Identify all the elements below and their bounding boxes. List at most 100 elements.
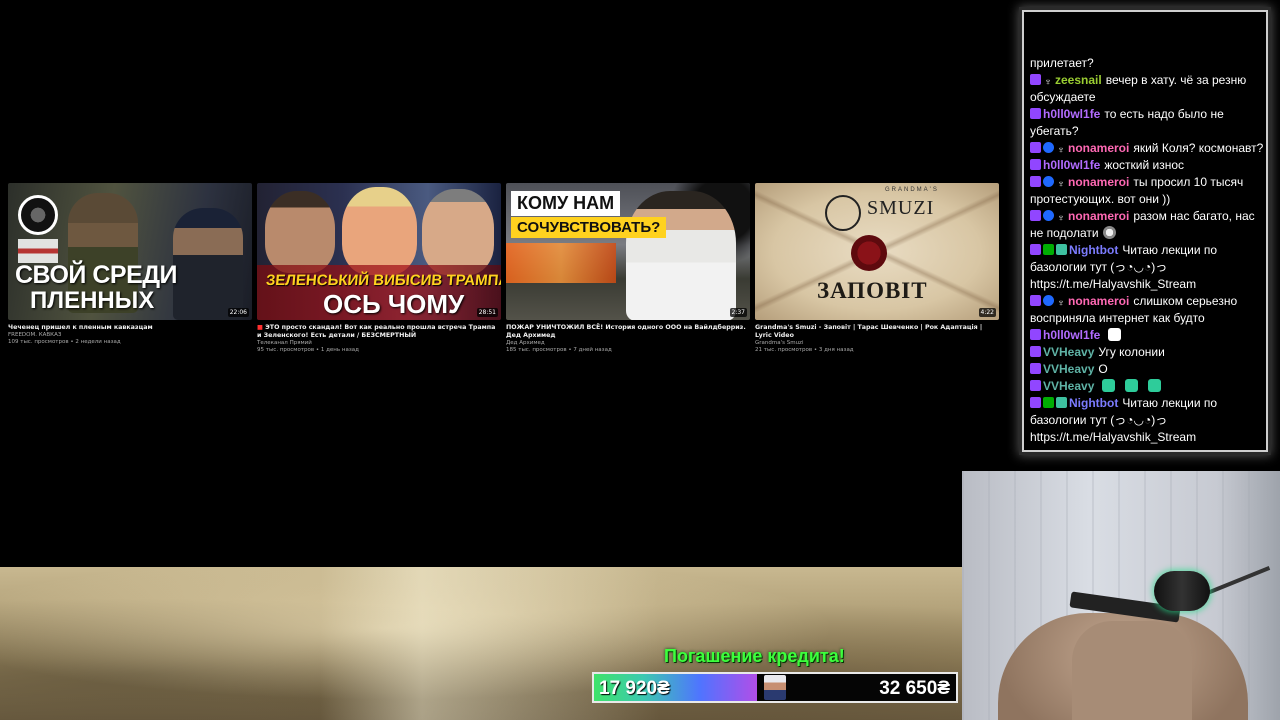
- credit-progress-bar: 17 920₴ 32 650₴: [592, 672, 958, 703]
- chat-text: жосткий износ: [1104, 158, 1185, 172]
- globe-badge-icon: [1043, 142, 1054, 153]
- emote-icon[interactable]: [1148, 379, 1162, 392]
- chat-username[interactable]: VVHeavy: [1043, 345, 1094, 359]
- chat-message: ♆ nonameroi разом нас багато, нас не подол…: [1030, 208, 1266, 242]
- chat-message: Nightbot Читаю лекции по базологии тут (っ…: [1030, 242, 1266, 293]
- bot-badge-icon: [1056, 397, 1067, 408]
- emote-icon[interactable]: [1108, 328, 1122, 341]
- video-duration: 4:22: [978, 308, 996, 317]
- chat-text: Угу колонии: [1098, 345, 1165, 359]
- horn-badge-icon: ♆: [1057, 145, 1065, 156]
- thumbnail-caption: ЗЕЛЕНСЬКИЙ ВИБІСИВ ТРАМПА!: [265, 272, 501, 289]
- subscriber-badge-icon: [1030, 346, 1041, 357]
- globe-badge-icon: [1043, 176, 1054, 187]
- checkmark-badge-icon: [1043, 397, 1054, 408]
- emote-icon[interactable]: [1102, 226, 1116, 239]
- video-title[interactable]: ■ ЭТО просто скандал! Вот как реально пр…: [257, 324, 501, 340]
- chat-message: h0ll0wl1fe: [1030, 327, 1266, 344]
- video-channel[interactable]: Grandma's Smuzi: [755, 340, 999, 347]
- microphone-icon: [1154, 571, 1210, 611]
- thumbnail-caption: СВОЙ СРЕДИ: [15, 261, 178, 289]
- video-card[interactable]: ЗЕЛЕНСЬКИЙ ВИБІСИВ ТРАМПА! ОСЬ ЧОМУ 28:5…: [257, 183, 501, 363]
- chat-message: VVHeavy: [1030, 378, 1266, 395]
- credit-goal-title: Погашение кредита!: [664, 646, 845, 666]
- video-duration: 22:06: [227, 308, 249, 317]
- horn-badge-icon: ♆: [1057, 298, 1065, 309]
- video-card[interactable]: GRANDMA'S SMUZI ЗАПОВІТ 4:22 Grandma's S…: [755, 183, 999, 363]
- channel-emblem-icon: [18, 195, 58, 235]
- wax-seal-icon: [851, 235, 887, 271]
- video-meta: 185 тыс. просмотров • 7 дней назад: [506, 347, 612, 353]
- subscriber-badge-icon: [1030, 363, 1041, 374]
- thumbnail-brand-small: GRANDMA'S: [885, 187, 939, 193]
- video-thumbnail[interactable]: СВОЙ СРЕДИ ПЛЕННЫХ 22:06: [8, 183, 252, 320]
- video-duration: 28:51: [476, 308, 498, 317]
- chat-text: О: [1098, 362, 1108, 376]
- thumbnail-caption: ПЛЕННЫХ: [30, 287, 155, 314]
- video-meta: 21 тыс. просмотров • 3 дня назад: [755, 347, 854, 353]
- credit-goal-amount: 32 650₴: [879, 678, 950, 699]
- emote-icon[interactable]: [1125, 379, 1139, 392]
- subscriber-badge-icon: [1030, 74, 1041, 85]
- chat-username[interactable]: zeesnail: [1055, 73, 1102, 87]
- chat-message: h0ll0wl1fe жосткий износ: [1030, 157, 1266, 174]
- chat-username[interactable]: Nightbot: [1069, 396, 1118, 410]
- video-channel[interactable]: Дед Архимед: [506, 340, 750, 347]
- thumbnail-caption: СОЧУВСТВОВАТЬ?: [511, 217, 667, 238]
- thumbnail-caption: ЗАПОВІТ: [817, 278, 928, 303]
- subscriber-badge-icon: [1030, 380, 1041, 391]
- subscriber-badge-icon: [1030, 295, 1041, 306]
- globe-badge-icon: [1043, 210, 1054, 221]
- video-thumbnail[interactable]: ЗЕЛЕНСЬКИЙ ВИБІСИВ ТРАМПА! ОСЬ ЧОМУ 28:5…: [257, 183, 501, 320]
- chat-username[interactable]: Nightbot: [1069, 243, 1118, 257]
- chat-username[interactable]: nonameroi: [1068, 175, 1129, 189]
- chat-message: h0ll0wl1fe то есть надо было не убегать?: [1030, 106, 1266, 140]
- video-channel[interactable]: Телеканал Прямий: [257, 340, 501, 347]
- webcam-feed: [962, 471, 1280, 720]
- chat-username[interactable]: VVHeavy: [1043, 362, 1094, 376]
- subscriber-badge-icon: [1030, 329, 1041, 340]
- subscriber-badge-icon: [1030, 176, 1041, 187]
- globe-badge-icon: [1043, 295, 1054, 306]
- video-card[interactable]: СВОЙ СРЕДИ ПЛЕННЫХ 22:06 Чеченец пришел …: [8, 183, 252, 363]
- horn-badge-icon: ♆: [1057, 179, 1065, 190]
- video-meta: 109 тыс. просмотров • 2 недели назад: [8, 339, 121, 345]
- chat-text: який Коля? космонавт?: [1133, 141, 1264, 155]
- video-title[interactable]: Чеченец пришел к пленным кавказцам: [8, 324, 252, 332]
- subscriber-badge-icon: [1030, 244, 1041, 255]
- chat-text: прилетает?: [1030, 56, 1094, 70]
- horn-badge-icon: ♆: [1044, 77, 1052, 88]
- subscriber-badge-icon: [1030, 159, 1041, 170]
- flag-icon: [18, 239, 58, 263]
- emote-icon[interactable]: [1102, 379, 1116, 392]
- chat-message: VVHeavy О: [1030, 361, 1266, 378]
- bot-badge-icon: [1056, 244, 1067, 255]
- video-meta: 95 тыс. просмотров • 1 день назад: [257, 347, 359, 353]
- chat-message: Nightbot Читаю лекции по базологии тут (っ…: [1030, 395, 1266, 446]
- subscriber-badge-icon: [1030, 108, 1041, 119]
- video-thumbnail[interactable]: GRANDMA'S SMUZI ЗАПОВІТ 4:22: [755, 183, 999, 320]
- thumbnail-caption: КОМУ НАМ: [511, 191, 621, 216]
- chat-username[interactable]: h0ll0wl1fe: [1043, 328, 1100, 342]
- video-title-text: ЭТО просто скандал! Вот как реально прош…: [257, 324, 496, 339]
- chat-username[interactable]: h0ll0wl1fe: [1043, 158, 1100, 172]
- video-channel[interactable]: FREEDOM. КАВКАЗ: [8, 332, 252, 339]
- chat-username[interactable]: nonameroi: [1068, 294, 1129, 308]
- video-card[interactable]: КОМУ НАМ СОЧУВСТВОВАТЬ? 2:37 ПОЖАР УНИЧТ…: [506, 183, 750, 363]
- credit-current-amount: 17 920₴: [599, 678, 670, 699]
- thumbnail-caption: ОСЬ ЧОМУ: [323, 289, 465, 319]
- chat-username[interactable]: nonameroi: [1068, 209, 1129, 223]
- chat-message: VVHeavy Угу колонии: [1030, 344, 1266, 361]
- chat-message: прилетает?: [1030, 55, 1266, 72]
- chat-username[interactable]: nonameroi: [1068, 141, 1129, 155]
- chat-panel: прилетает? ♆ zeesnail вечер в хату. чё за р…: [1022, 10, 1268, 452]
- chat-username[interactable]: h0ll0wl1fe: [1043, 107, 1100, 121]
- chat-username[interactable]: VVHeavy: [1043, 379, 1094, 393]
- subscriber-badge-icon: [1030, 210, 1041, 221]
- chat-message: ♆ nonameroi ты просил 10 тысяч протестующи…: [1030, 174, 1266, 208]
- subscriber-badge-icon: [1030, 397, 1041, 408]
- video-thumbnail[interactable]: КОМУ НАМ СОЧУВСТВОВАТЬ? 2:37: [506, 183, 750, 320]
- thumbnail-brand: SMUZI: [867, 197, 935, 219]
- video-title[interactable]: ПОЖАР УНИЧТОЖИЛ ВСЁ! История одного ООО …: [506, 324, 750, 340]
- video-title[interactable]: Grandma's Smuzi - Заповіт | Тарас Шевчен…: [755, 324, 999, 340]
